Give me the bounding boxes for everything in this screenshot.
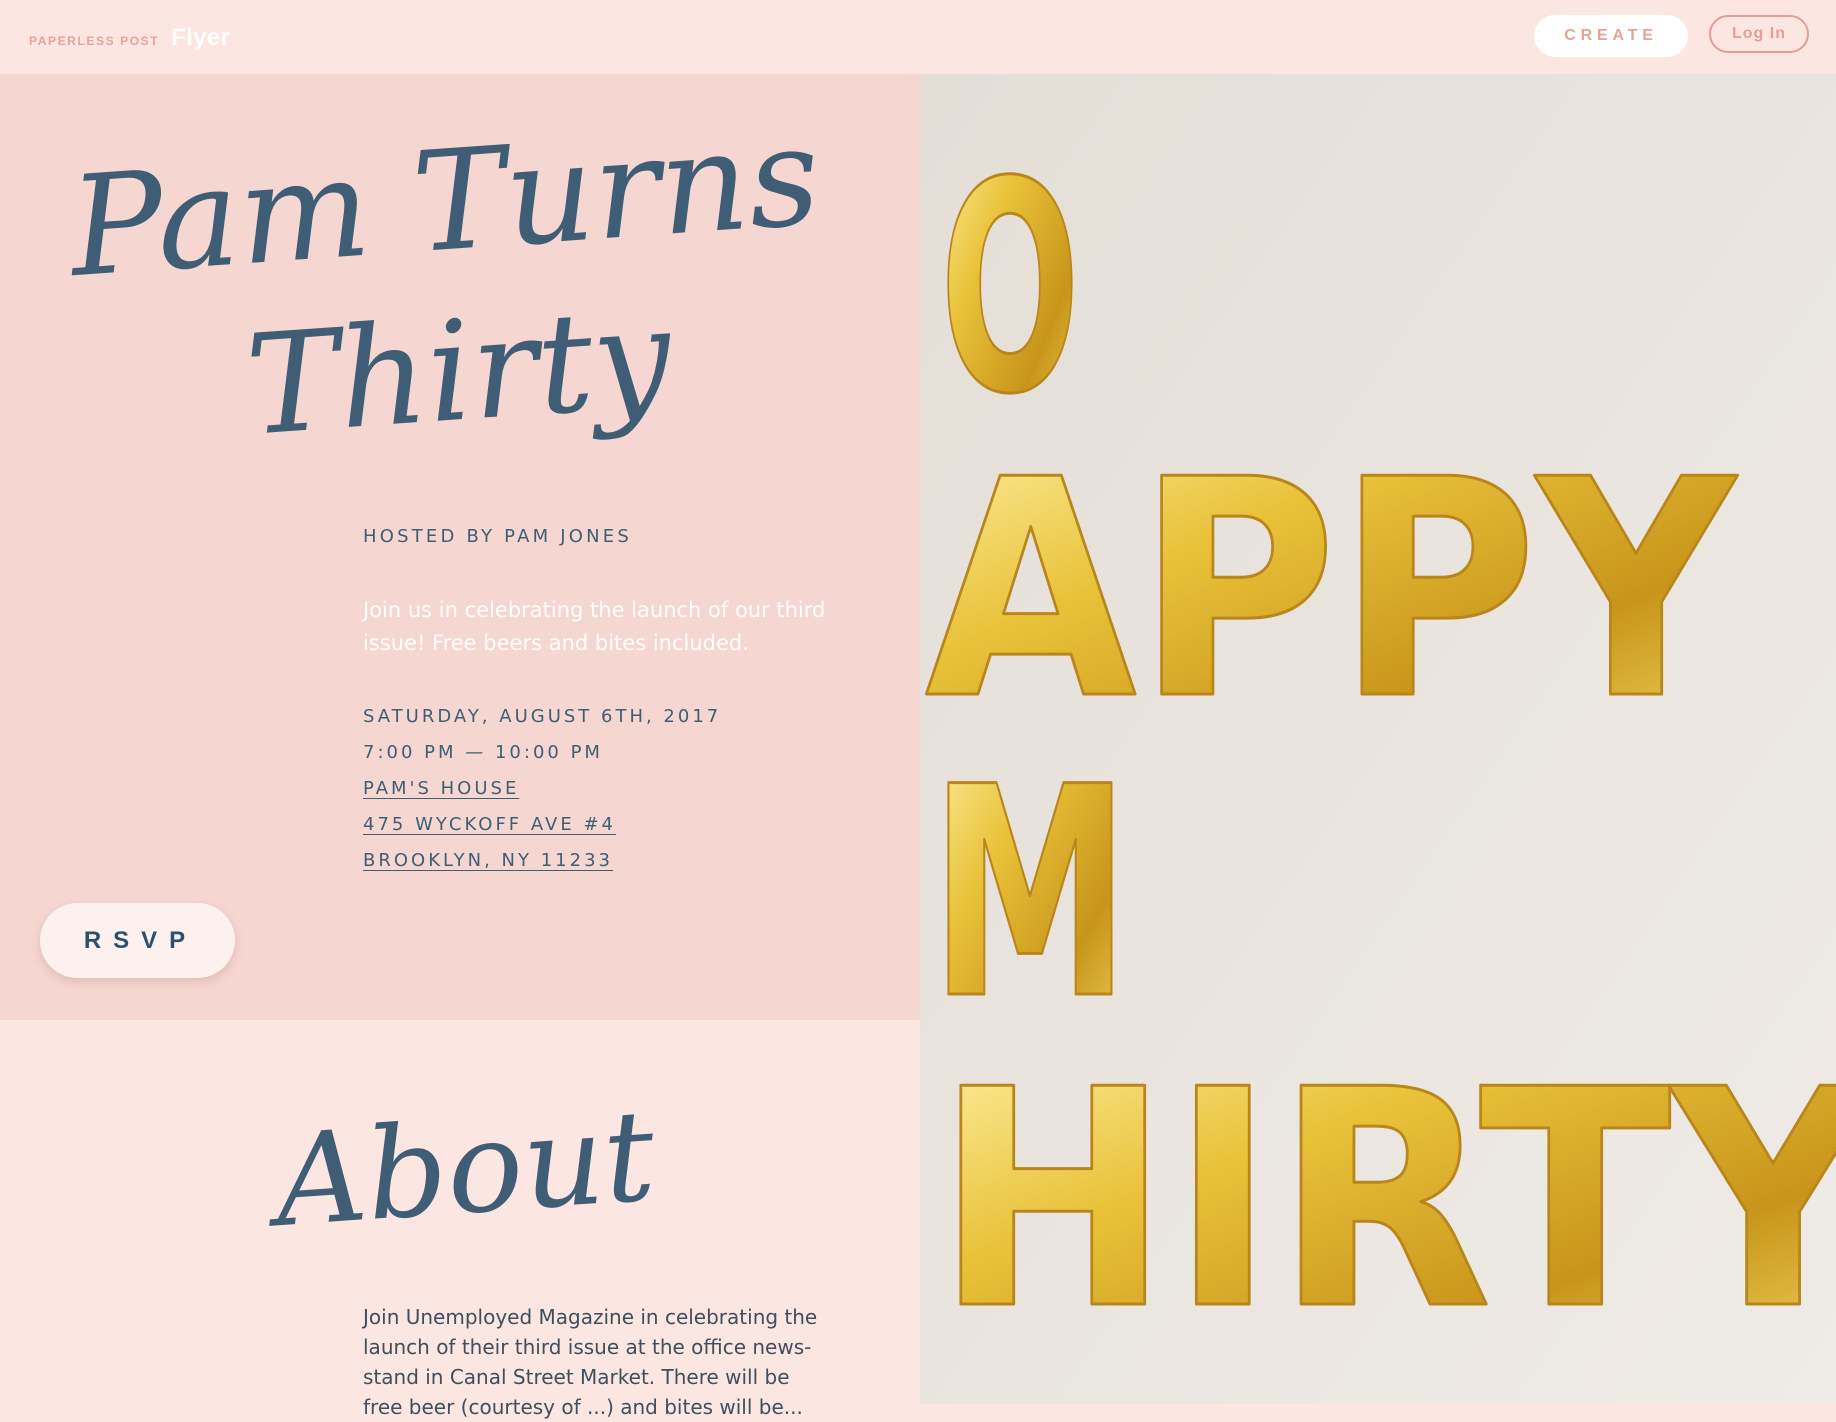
event-title-line-1: Pam Turns xyxy=(62,95,825,308)
venue-item: PAM'S HOUSE xyxy=(363,778,721,814)
about-heading: About xyxy=(261,1082,660,1250)
balloon-row-4: HIRTY xyxy=(935,1026,1836,1375)
about-section: About Join Unemployed Magazine in celebr… xyxy=(0,1020,920,1419)
event-date: SATURDAY, AUGUST 6TH, 2017 xyxy=(363,706,722,727)
balloon-row-3: M xyxy=(930,726,1130,1063)
brand-paperless-post: PAPERLESS POST xyxy=(29,34,160,48)
event-time: 7:00 PM — 10:00 PM xyxy=(363,742,603,763)
event-details-list: SATURDAY, AUGUST 6TH, 2017 7:00 PM — 10:… xyxy=(363,706,721,886)
address-line-2-link[interactable]: BROOKLYN, NY 11233 xyxy=(363,850,613,871)
address-line-1-link[interactable]: 475 WYCKOFF AVE #4 xyxy=(363,814,616,835)
address-line-2-item: BROOKLYN, NY 11233 xyxy=(363,850,721,886)
balloon-row-1: O xyxy=(940,121,1080,458)
top-navigation-bar: PAPERLESS POST Flyer CREATE Log In xyxy=(0,0,1836,74)
event-blurb: Join us in celebrating the launch of our… xyxy=(363,598,826,655)
rsvp-button[interactable]: RSVP xyxy=(40,903,235,978)
event-title-line-2: Thirty xyxy=(241,276,678,466)
brand-logo[interactable]: PAPERLESS POST Flyer xyxy=(29,24,230,52)
venue-link[interactable]: PAM'S HOUSE xyxy=(363,778,519,799)
event-title: Pam Turns Thirty xyxy=(62,95,825,467)
balloon-row-2: APPY xyxy=(925,416,1738,765)
invite-details-panel: Pam Turns Thirty HOSTED BY PAM JONES Joi… xyxy=(0,74,920,1020)
event-photo-balloons: O APPY M HIRTY xyxy=(920,74,1836,1404)
address-line-1-item: 475 WYCKOFF AVE #4 xyxy=(363,814,721,850)
create-button[interactable]: CREATE xyxy=(1534,15,1688,57)
about-heading-text: About xyxy=(261,1082,660,1250)
login-button[interactable]: Log In xyxy=(1709,15,1809,53)
brand-flyer: Flyer xyxy=(171,24,231,51)
balloon-letters-image: O APPY M HIRTY xyxy=(920,74,1836,1404)
hosted-by-text: HOSTED BY PAM JONES xyxy=(363,526,632,547)
about-description: Join Unemployed Magazine in celebrating … xyxy=(363,1305,818,1419)
